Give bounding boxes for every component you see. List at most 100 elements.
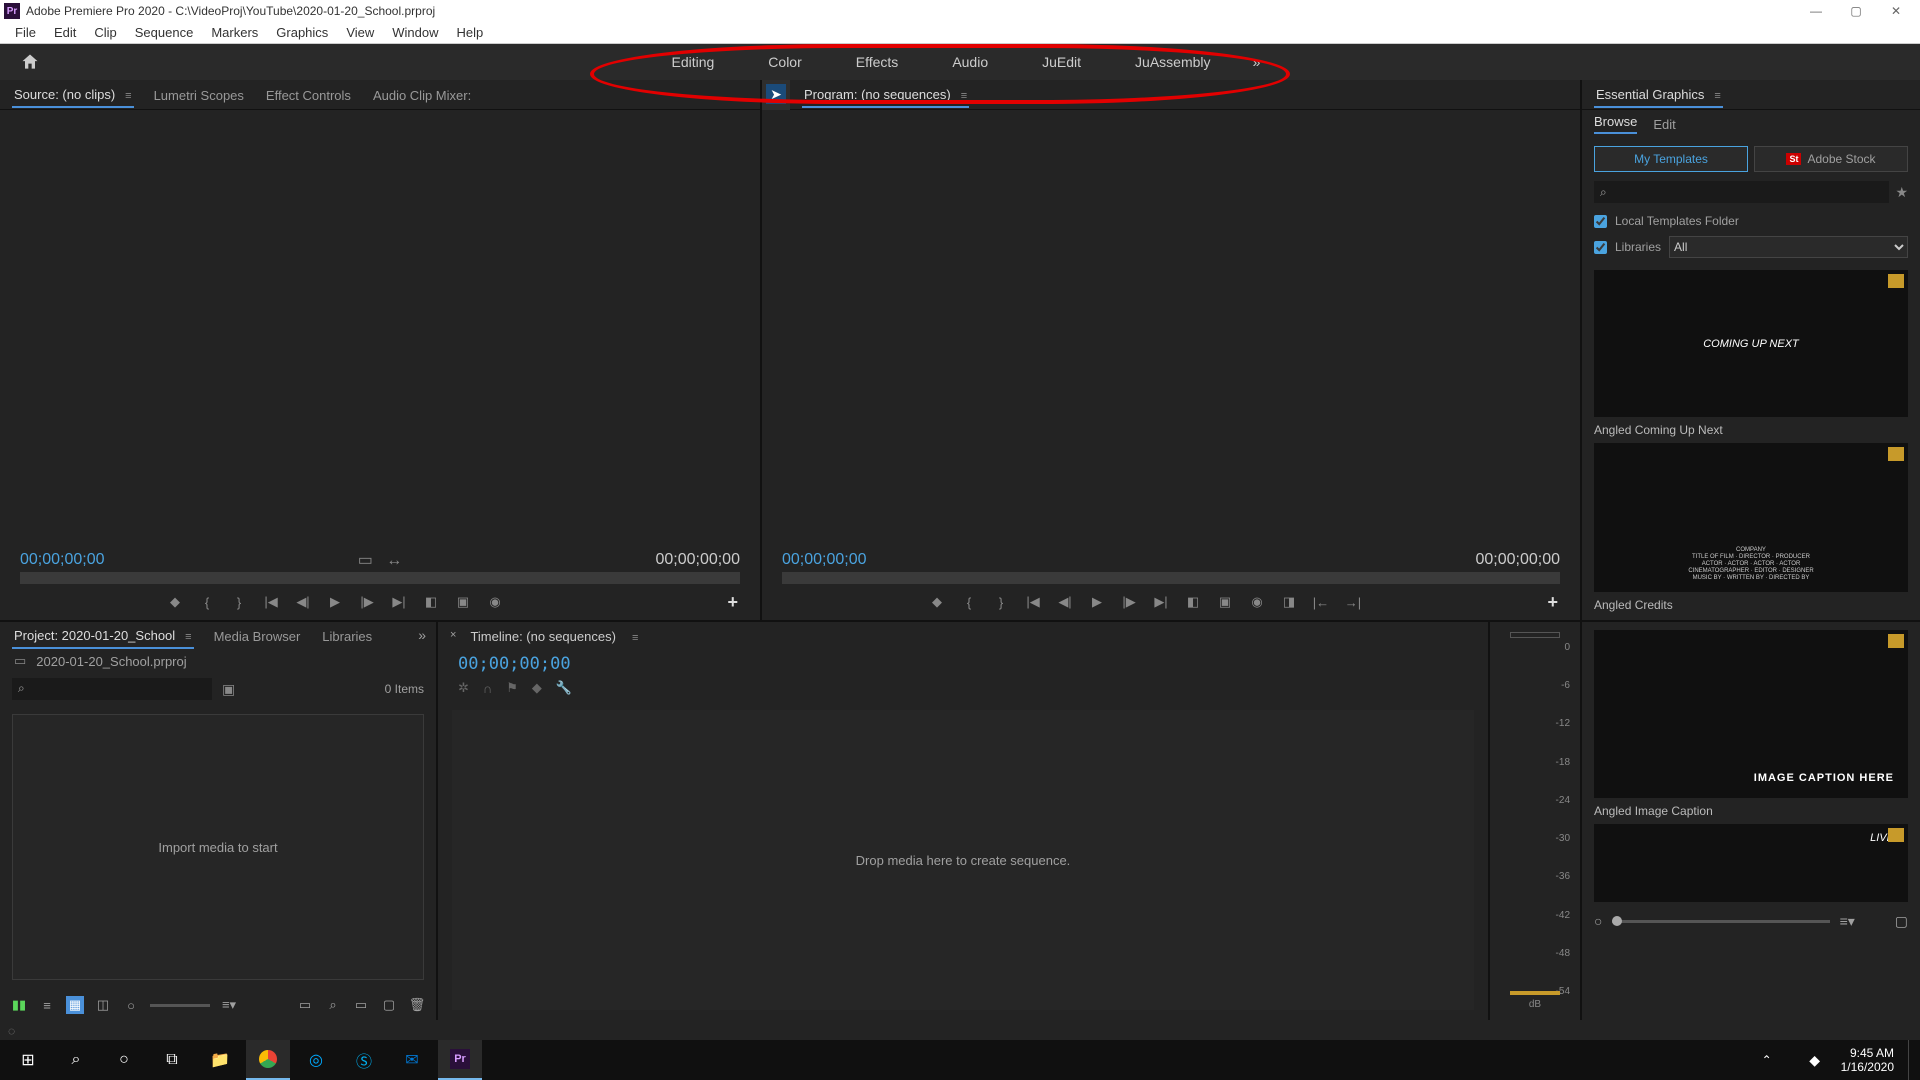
play-icon[interactable]: ▶ bbox=[326, 593, 344, 611]
tray-overflow-icon[interactable]: ⌃ bbox=[1745, 1040, 1789, 1080]
workspace-editing[interactable]: Editing bbox=[653, 44, 732, 80]
template-thumb-2[interactable]: COMPANYTITLE OF FILM · DIRECTOR · PRODUC… bbox=[1594, 443, 1908, 592]
install-template-icon[interactable]: ▢ bbox=[1895, 913, 1908, 930]
libraries-select[interactable]: All bbox=[1669, 236, 1908, 258]
out-icon[interactable]: } bbox=[230, 593, 248, 611]
new-item-icon[interactable]: ▢ bbox=[380, 996, 398, 1014]
proj-overflow-icon[interactable]: » bbox=[418, 627, 426, 643]
menu-clip[interactable]: Clip bbox=[85, 22, 125, 43]
linked-selection-icon[interactable]: ∩ bbox=[483, 681, 492, 696]
menu-edit[interactable]: Edit bbox=[45, 22, 85, 43]
menu-window[interactable]: Window bbox=[383, 22, 447, 43]
eg-pill-my-templates[interactable]: My Templates bbox=[1594, 146, 1748, 172]
template-thumb-3[interactable]: IMAGE CAPTION HERE bbox=[1594, 630, 1908, 798]
outlook-icon[interactable]: ✉ bbox=[390, 1040, 434, 1080]
eg-tab-browse[interactable]: Browse bbox=[1594, 114, 1637, 134]
insert-icon[interactable]: ◧ bbox=[422, 593, 440, 611]
maximize-icon[interactable]: ▢ bbox=[1836, 0, 1876, 22]
menu-markers[interactable]: Markers bbox=[202, 22, 267, 43]
filter-bin-icon[interactable]: ▣ bbox=[222, 681, 235, 698]
find-icon[interactable]: ⌕ bbox=[324, 996, 342, 1014]
clock[interactable]: 9:45 AM 1/16/2020 bbox=[1841, 1046, 1904, 1074]
automate-icon[interactable]: ▭ bbox=[296, 996, 314, 1014]
chk-libraries[interactable] bbox=[1594, 241, 1607, 254]
snap-icon[interactable]: ✲ bbox=[458, 680, 469, 696]
workspace-effects[interactable]: Effects bbox=[838, 44, 917, 80]
settings-icon[interactable]: 🔧 bbox=[556, 680, 572, 696]
new-bin-icon[interactable]: ▭ bbox=[352, 996, 370, 1014]
workspace-overflow-icon[interactable]: » bbox=[1247, 54, 1267, 70]
overwrite-icon[interactable]: ▣ bbox=[454, 593, 472, 611]
home-icon[interactable] bbox=[20, 52, 40, 72]
list-view-icon[interactable]: ≡ bbox=[38, 996, 56, 1014]
close-icon[interactable]: ✕ bbox=[1876, 0, 1916, 22]
timeline-timecode[interactable]: 00;00;00;00 bbox=[438, 648, 1488, 676]
export-frame-icon[interactable]: ◉ bbox=[486, 593, 504, 611]
icon-view-icon[interactable]: ▦ bbox=[66, 996, 84, 1014]
project-search-input[interactable] bbox=[12, 678, 212, 700]
task-view-icon[interactable]: ⧉ bbox=[150, 1040, 194, 1080]
zoom-slider-thumb-icon[interactable]: ○ bbox=[122, 996, 140, 1014]
project-dropzone[interactable]: Import media to start bbox=[12, 714, 424, 980]
prog-goto-out2-icon[interactable]: →| bbox=[1344, 593, 1362, 611]
prog-add-button-icon[interactable]: + bbox=[1547, 592, 1568, 613]
add-button-icon[interactable]: + bbox=[727, 592, 748, 613]
step-back-icon[interactable]: ◀| bbox=[294, 593, 312, 611]
comparison-icon[interactable]: ◨ bbox=[1280, 593, 1298, 611]
tab-essential-graphics[interactable]: Essential Graphics≡ bbox=[1594, 81, 1723, 108]
tray-app-icon[interactable]: ◆ bbox=[1793, 1040, 1837, 1080]
selection-tool-icon[interactable]: ➤ bbox=[766, 84, 786, 104]
menu-view[interactable]: View bbox=[337, 22, 383, 43]
skype-icon[interactable]: Ⓢ bbox=[342, 1040, 386, 1080]
prog-play-icon[interactable]: ▶ bbox=[1088, 593, 1106, 611]
favorite-icon[interactable]: ★ bbox=[1895, 184, 1908, 201]
prog-goto-out-icon[interactable]: ▶| bbox=[1152, 593, 1170, 611]
prog-export-frame-icon[interactable]: ◉ bbox=[1248, 593, 1266, 611]
freeform-view-icon[interactable]: ◫ bbox=[94, 996, 112, 1014]
workspace-audio[interactable]: Audio bbox=[934, 44, 1006, 80]
timeline-dropzone[interactable]: Drop media here to create sequence. bbox=[452, 710, 1474, 1010]
tab-effect-controls[interactable]: Effect Controls bbox=[264, 82, 353, 107]
workspace-juedit[interactable]: JuEdit bbox=[1024, 44, 1099, 80]
prog-goto-in-icon[interactable]: |◀ bbox=[1024, 593, 1042, 611]
chk-local-templates[interactable] bbox=[1594, 215, 1607, 228]
sort-icon[interactable]: ≡▾ bbox=[220, 996, 238, 1014]
file-explorer-icon[interactable]: 📁 bbox=[198, 1040, 242, 1080]
prog-out-icon[interactable]: } bbox=[992, 593, 1010, 611]
tab-media-browser[interactable]: Media Browser bbox=[212, 623, 303, 648]
template-thumb-4[interactable]: LIVE bbox=[1594, 824, 1908, 902]
lift-icon[interactable]: ◧ bbox=[1184, 593, 1202, 611]
cortana-icon[interactable]: ○ bbox=[102, 1040, 146, 1080]
menu-sequence[interactable]: Sequence bbox=[126, 22, 203, 43]
prog-step-back-icon[interactable]: ◀| bbox=[1056, 593, 1074, 611]
menu-file[interactable]: File bbox=[6, 22, 45, 43]
tab-lumetri[interactable]: Lumetri Scopes bbox=[152, 82, 246, 107]
goto-in-icon[interactable]: |◀ bbox=[262, 593, 280, 611]
workspace-color[interactable]: Color bbox=[750, 44, 819, 80]
assembly-footage-icon[interactable]: ▮▮ bbox=[10, 996, 28, 1014]
show-desktop[interactable] bbox=[1908, 1040, 1914, 1080]
search-taskbar-icon[interactable]: ⌕ bbox=[54, 1040, 98, 1080]
eg-tab-edit[interactable]: Edit bbox=[1653, 117, 1675, 132]
close-timeline-icon[interactable]: × bbox=[450, 629, 456, 641]
menu-help[interactable]: Help bbox=[448, 22, 493, 43]
workspace-juassembly[interactable]: JuAssembly bbox=[1117, 44, 1228, 80]
eg-search-input[interactable] bbox=[1594, 181, 1889, 203]
source-timecode-left[interactable]: 00;00;00;00 bbox=[20, 551, 105, 569]
prog-goto-in2-icon[interactable]: |← bbox=[1312, 593, 1330, 611]
prog-marker-icon[interactable]: ◆ bbox=[928, 593, 946, 611]
eg-pill-adobe-stock[interactable]: StAdobe Stock bbox=[1754, 146, 1908, 172]
minimize-icon[interactable]: — bbox=[1796, 0, 1836, 22]
premiere-taskbar-icon[interactable]: Pr bbox=[438, 1040, 482, 1080]
add-marker-icon[interactable]: ⚑ bbox=[506, 680, 518, 696]
start-icon[interactable]: ⊞ bbox=[6, 1040, 50, 1080]
sort-templates-icon[interactable]: ≡▾ bbox=[1840, 913, 1855, 930]
zoom-slider[interactable] bbox=[150, 1004, 210, 1007]
thumb-size-slider-thumb-icon[interactable]: ○ bbox=[1594, 913, 1602, 929]
extract-icon[interactable]: ▣ bbox=[1216, 593, 1234, 611]
prog-in-icon[interactable]: { bbox=[960, 593, 978, 611]
step-fwd-icon[interactable]: |▶ bbox=[358, 593, 376, 611]
tab-libraries[interactable]: Libraries bbox=[320, 623, 374, 648]
in-icon[interactable]: { bbox=[198, 593, 216, 611]
prog-step-fwd-icon[interactable]: |▶ bbox=[1120, 593, 1138, 611]
